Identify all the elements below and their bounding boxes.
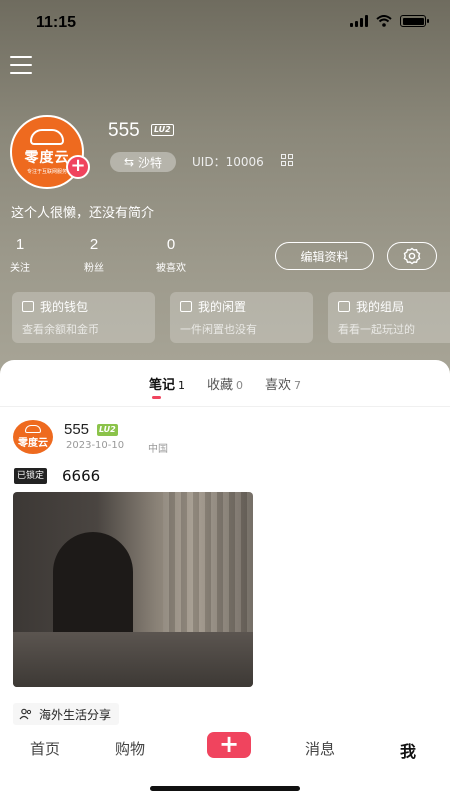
content-tabs: 笔记 1 收藏 0 喜欢 7	[0, 374, 450, 404]
post-author-avatar[interactable]: 零度云	[13, 420, 53, 454]
card-subtitle: 一件闲置也没有	[180, 323, 257, 336]
publish-button[interactable]: +	[207, 732, 251, 758]
locked-badge: 已锁定	[14, 468, 48, 484]
location-label: 沙特	[138, 155, 163, 170]
stat-number: 1	[15, 236, 25, 253]
signal-icon	[350, 15, 368, 27]
card-subtitle: 查看余额和金币	[22, 323, 99, 336]
qr-code-icon[interactable]	[281, 154, 293, 166]
post-title[interactable]: 6666	[62, 467, 100, 485]
settings-button[interactable]	[387, 242, 437, 270]
stat-label: 被喜欢	[156, 263, 186, 274]
divider	[0, 406, 450, 407]
tab-me[interactable]: 我	[400, 738, 416, 762]
level-badge: LU2	[151, 124, 174, 136]
tab-label: 笔记	[148, 378, 175, 393]
topic-tag[interactable]: 海外生活分享	[13, 703, 120, 725]
edit-profile-button[interactable]: 编辑资料	[275, 242, 374, 270]
tab-indicator	[152, 396, 161, 399]
wallet-card[interactable]: 我的钱包 查看余额和金币	[12, 292, 155, 343]
home-indicator	[150, 786, 300, 791]
tab-count: 7	[294, 379, 302, 392]
group-card[interactable]: 我的组局 看看一起玩过的	[328, 292, 450, 343]
tab-notes[interactable]: 笔记 1	[149, 374, 185, 404]
people-icon	[19, 708, 32, 720]
username: 555	[108, 120, 140, 141]
tab-shop[interactable]: 购物	[115, 738, 145, 759]
stat-number: 2	[89, 236, 99, 253]
post-author-name[interactable]: 555	[64, 421, 89, 438]
bio: 这个人很懒，还没有简介	[11, 206, 155, 221]
box-icon	[180, 301, 192, 312]
post-avatar-brand: 零度云	[18, 438, 48, 449]
tab-count: 1	[177, 379, 185, 392]
card-title: 我的钱包	[40, 300, 89, 314]
gear-icon	[403, 247, 421, 265]
status-icons	[350, 15, 429, 27]
stat-following[interactable]: 1 关注	[10, 236, 30, 274]
stat-number: 0	[166, 236, 176, 253]
tab-likes[interactable]: 喜欢 7	[265, 374, 301, 404]
tab-home[interactable]: 首页	[30, 738, 60, 759]
status-bar: 11:15	[0, 0, 450, 44]
wallet-icon	[22, 301, 34, 312]
swap-icon: ⇆	[123, 155, 135, 169]
tab-label: 喜欢	[265, 378, 292, 393]
avatar-brand: 零度云	[24, 150, 70, 166]
status-time: 11:15	[36, 14, 77, 31]
add-avatar-button[interactable]: +	[66, 155, 90, 179]
stat-label: 粉丝	[84, 263, 104, 274]
tab-label: 收藏	[206, 378, 233, 393]
post-image[interactable]	[13, 492, 253, 687]
tab-messages[interactable]: 消息	[305, 738, 335, 759]
avatar-slogan: 专注于互联网服务	[26, 169, 67, 175]
battery-icon	[400, 15, 429, 27]
bottom-tab-bar: 首页 购物 + 消息 我	[0, 728, 450, 768]
stat-label: 关注	[10, 263, 30, 274]
card-subtitle: 看看一起玩过的	[338, 323, 415, 336]
stat-followers[interactable]: 2 粉丝	[84, 236, 104, 274]
idle-items-card[interactable]: 我的闲置 一件闲置也没有	[170, 292, 313, 343]
tab-favorites[interactable]: 收藏 0	[207, 374, 243, 404]
menu-icon[interactable]	[10, 56, 32, 74]
location-pill[interactable]: ⇆ 沙特	[110, 152, 176, 172]
post-region: 中国	[148, 444, 168, 455]
post-level-badge: LU2	[97, 424, 118, 436]
tab-count: 0	[236, 379, 243, 392]
card-title: 我的闲置	[198, 300, 247, 314]
topic-tag-label: 海外生活分享	[39, 707, 112, 722]
stat-likes[interactable]: 0 被喜欢	[156, 236, 186, 274]
group-icon	[338, 301, 350, 312]
card-title: 我的组局	[356, 300, 405, 314]
wifi-icon	[376, 15, 392, 27]
user-id: UID：10006	[192, 155, 264, 169]
cloud-icon	[25, 425, 41, 433]
cloud-icon	[30, 129, 64, 145]
post-date: 2023-10-10	[66, 440, 125, 451]
